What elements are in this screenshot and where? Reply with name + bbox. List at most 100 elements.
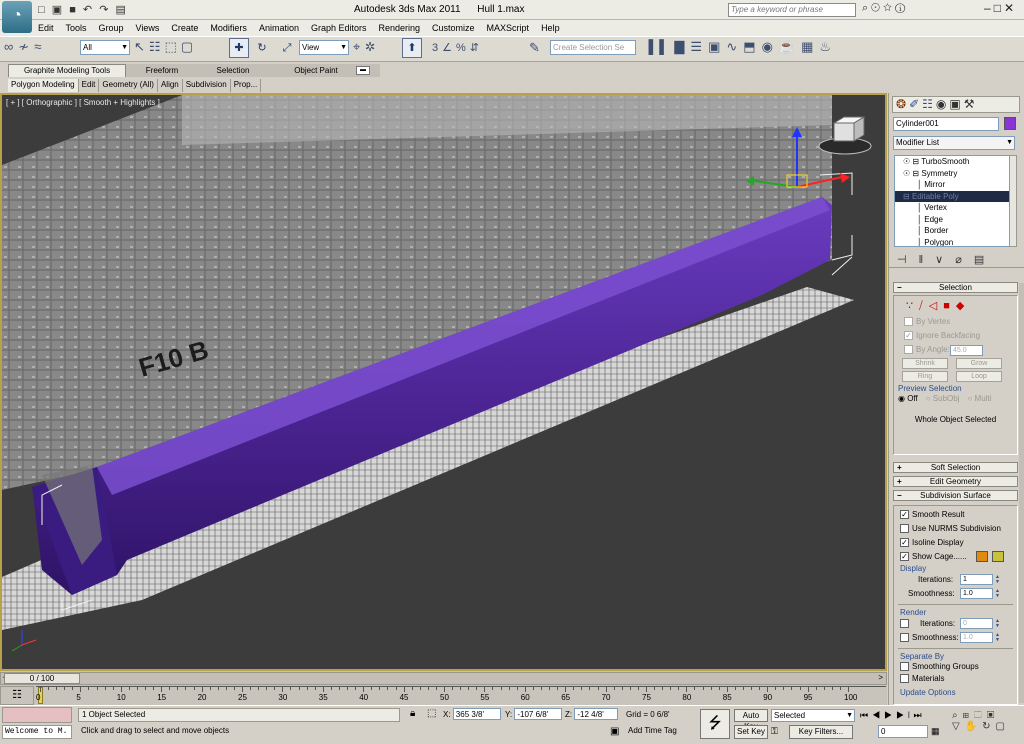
binoculars-icon[interactable]: ☉: [871, 2, 883, 14]
selection-rollout-header[interactable]: − Selection: [893, 282, 1018, 293]
time-slider[interactable]: < 0 / 100 >: [0, 672, 887, 685]
make-unique-icon[interactable]: ∨: [935, 254, 955, 266]
grow-button[interactable]: Grow: [956, 358, 1002, 369]
menu-create[interactable]: Create: [165, 20, 204, 36]
project-folder-icon[interactable]: ▤: [115, 4, 127, 16]
render-smoothness-row[interactable]: Smoothness: 1.0 ▲ ▼: [894, 631, 1017, 645]
subdivision-surface-rollout-header[interactable]: − Subdivision Surface: [893, 490, 1018, 501]
ribbon-subtab-align[interactable]: Align: [158, 79, 183, 92]
reference-coordinate-dropdown[interactable]: View ▼: [299, 40, 349, 55]
pivot-center-icon[interactable]: ⌖: [353, 39, 365, 54]
edit-geometry-rollout-header[interactable]: + Edit Geometry: [893, 476, 1018, 487]
undo-icon[interactable]: ↶: [83, 4, 94, 16]
ribbon-tab-graphite-modeling-tools[interactable]: Graphite Modeling Tools: [8, 64, 126, 77]
play-icon[interactable]: ▶: [884, 710, 896, 720]
perspective-viewport[interactable]: [ + ] [ Orthographic ] [ Smooth + Highli…: [0, 93, 887, 671]
remove-modifier-icon[interactable]: ⌀: [955, 254, 974, 266]
maximize-viewport-icon[interactable]: ▢: [996, 721, 1010, 732]
z-coordinate-field[interactable]: -12 4/8': [574, 708, 619, 720]
stack-item[interactable]: │ Vertex: [895, 202, 1013, 214]
ribbon-subtab-edit[interactable]: Edit: [79, 79, 100, 92]
stack-item[interactable]: ⊟ Editable Poly: [895, 190, 1013, 202]
select-scale-button[interactable]: ⤢: [277, 38, 297, 58]
orbit-icon[interactable]: ↻: [982, 721, 995, 732]
select-rotate-button[interactable]: ↻: [252, 38, 272, 58]
loop-button[interactable]: Loop: [956, 371, 1002, 382]
redo-icon[interactable]: ↷: [99, 4, 110, 16]
time-configuration-icon[interactable]: ▦: [931, 726, 940, 737]
ribbon-subtab-polygon-modeling[interactable]: Polygon Modeling: [8, 79, 79, 92]
object-color-swatch[interactable]: [1004, 117, 1016, 130]
modifier-list-dropdown[interactable]: Modifier List ▼: [893, 136, 1015, 150]
menu-graph-editors[interactable]: Graph Editors: [305, 20, 373, 36]
mirror-icon[interactable]: ▐▌: [644, 39, 674, 54]
menu-edit[interactable]: Edit: [32, 20, 60, 36]
edge-mode-icon[interactable]: ⧸: [919, 300, 929, 312]
search-input[interactable]: Type a keyword or phrase: [728, 3, 856, 17]
new-file-icon[interactable]: □: [38, 4, 47, 16]
previous-frame-icon[interactable]: ◀: [872, 710, 884, 720]
ribbon-tab-object-paint[interactable]: Object Paint: [268, 65, 364, 78]
by-angle-option[interactable]: By Angle: 45.0: [894, 343, 1017, 357]
save-file-icon[interactable]: ■: [69, 4, 78, 16]
zoom-extents-icon[interactable]: ⬚: [974, 710, 987, 721]
select-move-button[interactable]: ✚: [229, 38, 249, 58]
zoom-all-icon[interactable]: ⊞: [963, 710, 974, 721]
ribbon-options-icon[interactable]: ▬: [356, 66, 370, 75]
frame-counter[interactable]: 0 / 100: [4, 673, 80, 684]
star-icon[interactable]: ☆: [883, 2, 895, 14]
help-icon[interactable]: ⓘ: [895, 2, 908, 14]
go-to-end-icon[interactable]: ⏭: [913, 710, 925, 720]
app-logo-icon[interactable]: ◔: [2, 1, 32, 33]
stack-item[interactable]: ☉ ⊟ Symmetry: [895, 168, 1013, 180]
panel-scrollbar[interactable]: [1019, 283, 1024, 703]
search-icon[interactable]: ⌕: [862, 2, 871, 14]
smoothness-spinner[interactable]: 1.0: [960, 588, 993, 599]
zoom-extents-all-icon[interactable]: ▣: [987, 710, 1000, 721]
preview-option-subobj[interactable]: ○ SubObj: [926, 394, 960, 403]
align-icon[interactable]: ▇: [674, 39, 690, 54]
track-bar[interactable]: 0 5 10 15 20 25 30 35 40 45 50 55 60 65 70 75 80 85 90 95 10…: [36, 686, 886, 705]
angle-snap-icon[interactable]: ∠: [442, 42, 456, 54]
manipulate-icon[interactable]: ✲: [365, 39, 379, 54]
cage-selection-color-swatch[interactable]: [992, 551, 1004, 562]
preview-option-off[interactable]: ◉ Off: [898, 394, 918, 403]
menu-animation[interactable]: Animation: [253, 20, 305, 36]
modifier-stack[interactable]: ☉ ⊟ TurboSmooth ☉ ⊟ Symmetry │ Mirror ⊟ Edi…: [894, 155, 1014, 247]
menu-modifiers[interactable]: Modifiers: [204, 20, 253, 36]
snap-toggle-icon[interactable]: 3: [432, 42, 442, 54]
materials-option[interactable]: Materials: [894, 673, 1017, 685]
stack-item[interactable]: │ Polygon: [895, 237, 1013, 247]
render-smoothness-spinner[interactable]: 1.0: [960, 632, 993, 643]
material-editor-icon[interactable]: ◉: [762, 39, 779, 54]
x-coordinate-field[interactable]: 365 3/8': [452, 708, 501, 720]
maxscript-output[interactable]: Welcome to M.: [2, 725, 72, 739]
use-nurms-option[interactable]: Use NURMS Subdivision: [894, 522, 1017, 536]
viewport-label[interactable]: [ + ] [ Orthographic ] [ Smooth + Highli…: [6, 98, 160, 107]
next-frame-icon[interactable]: ▶❘: [896, 710, 913, 720]
curve-editor-icon[interactable]: ∿: [726, 39, 743, 54]
current-frame-field[interactable]: 0: [878, 725, 928, 738]
smoothing-groups-option[interactable]: Smoothing Groups: [894, 661, 1017, 673]
link-icon[interactable]: ∞: [4, 39, 18, 54]
display-tab-icon[interactable]: ▣: [949, 97, 963, 111]
menu-customize[interactable]: Customize: [426, 20, 481, 36]
isoline-display-option[interactable]: ✓ Isoline Display: [894, 536, 1017, 550]
maxscript-listener-mini[interactable]: [2, 707, 72, 723]
schematic-view-icon[interactable]: ⬒: [743, 39, 761, 54]
object-name-field[interactable]: Cylinder001: [893, 117, 999, 131]
edit-named-selection-icon[interactable]: ✎: [529, 40, 540, 56]
render-iterations-spinner[interactable]: 0: [960, 618, 993, 629]
y-coordinate-field[interactable]: -107 6/8': [514, 708, 563, 720]
by-vertex-option[interactable]: By Vertex: [894, 315, 1017, 329]
create-tab-icon[interactable]: ❂: [896, 97, 909, 111]
modify-tab-icon[interactable]: ✐: [909, 97, 922, 111]
keyboard-shortcut-override-button[interactable]: ⬆: [402, 38, 422, 58]
unlink-icon[interactable]: ≁: [18, 39, 34, 54]
time-tag-icon[interactable]: ▣: [610, 726, 619, 737]
motion-tab-icon[interactable]: ◉: [936, 97, 949, 111]
iterations-spinner[interactable]: 1: [960, 574, 993, 585]
mini-curve-editor-icon[interactable]: ☷: [0, 686, 34, 705]
absolute-mode-icon[interactable]: ⬚: [427, 708, 436, 719]
selection-lock-icon[interactable]: 🔒︎: [410, 708, 415, 719]
